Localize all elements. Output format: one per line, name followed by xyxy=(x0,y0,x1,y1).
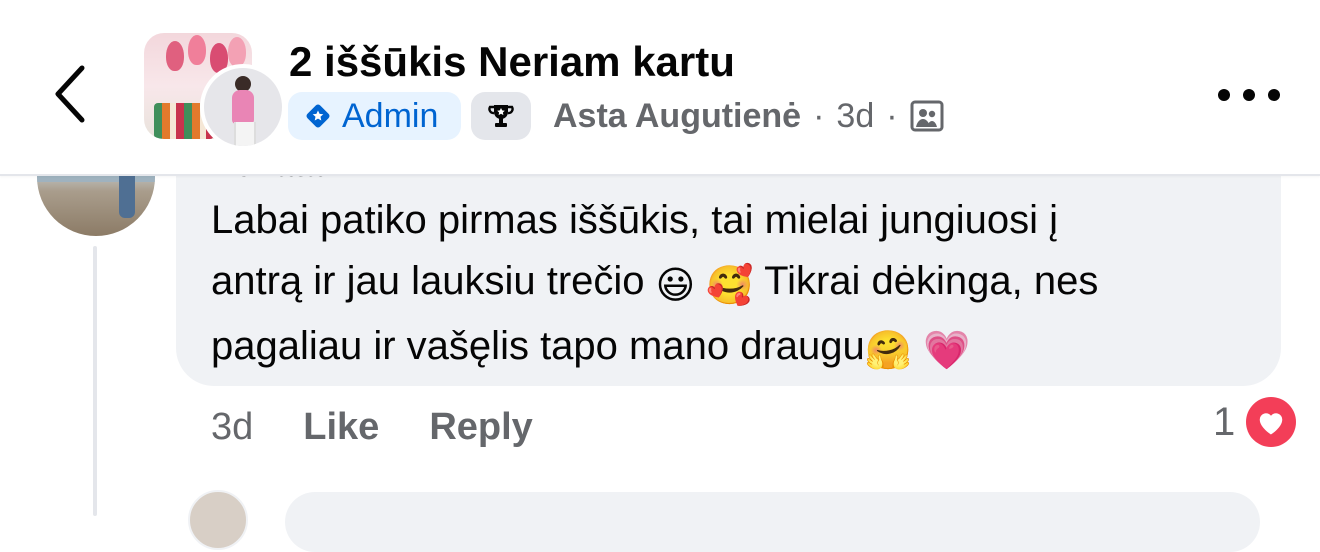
more-dots-icon xyxy=(1218,89,1230,101)
comment-text: Labai patiko pirmas iššūkis, tai mielai … xyxy=(211,190,1261,381)
post-header: 2 iššūkis Neriam kartu Admin Asta Auguti… xyxy=(0,0,1320,176)
comment-text-line2a: antrą ir jau lauksiu trečio xyxy=(211,259,656,303)
admin-label: Admin xyxy=(342,96,439,135)
group-photo-icon xyxy=(910,100,944,132)
tulip-decoration xyxy=(228,37,246,67)
back-button[interactable] xyxy=(40,58,100,130)
more-dots-icon xyxy=(1243,89,1255,101)
trophy-icon xyxy=(488,105,514,127)
reply-button[interactable]: Reply xyxy=(429,406,532,449)
heart-reaction-icon[interactable] xyxy=(1246,397,1296,447)
poster-avatar[interactable] xyxy=(200,64,286,150)
tulip-decoration xyxy=(188,35,206,65)
pink-heart-emoji-icon: 💗 xyxy=(923,328,971,372)
post-time[interactable]: 3d xyxy=(836,97,874,136)
admin-badge[interactable]: Admin xyxy=(288,92,461,140)
hugging-emoji-icon: 🤗 xyxy=(864,328,913,372)
avatar-person-legs xyxy=(234,122,256,146)
meta-separator: · xyxy=(886,96,898,135)
reaction-count[interactable]: 1 xyxy=(1213,400,1235,445)
like-button[interactable]: Like xyxy=(303,406,379,449)
thread-line xyxy=(93,246,97,516)
comment-actions: 3d Like Reply xyxy=(211,402,583,452)
group-title[interactable]: 2 iššūkis Neriam kartu xyxy=(289,38,735,86)
chevron-left-icon xyxy=(55,65,85,123)
comment-text-line3: pagaliau ir vašęlis tapo mano draugu xyxy=(211,324,865,368)
avatar-person-body xyxy=(232,90,254,124)
post-meta: Asta Augutienė · 3d · xyxy=(553,94,944,138)
more-dots-icon xyxy=(1268,89,1280,101)
comment-text-line1: Labai patiko pirmas iššūkis, tai mielai … xyxy=(211,198,1059,242)
admin-diamond-icon xyxy=(306,104,330,128)
comment-time[interactable]: 3d xyxy=(211,406,253,449)
top-contributor-badge[interactable] xyxy=(471,92,531,140)
grinning-emoji-icon: 😃 xyxy=(655,263,696,307)
reply-avatar[interactable] xyxy=(188,490,248,550)
meta-separator: · xyxy=(813,96,825,135)
tulip-decoration xyxy=(166,41,184,71)
post-author-name[interactable]: Asta Augutienė xyxy=(553,97,801,136)
reply-bubble xyxy=(285,492,1260,552)
comment-text-line2b: Tikrai dėkinga, nes xyxy=(753,259,1099,303)
smiling-hearts-emoji-icon: 🥰 xyxy=(706,263,754,307)
more-options-button[interactable] xyxy=(1218,80,1280,110)
